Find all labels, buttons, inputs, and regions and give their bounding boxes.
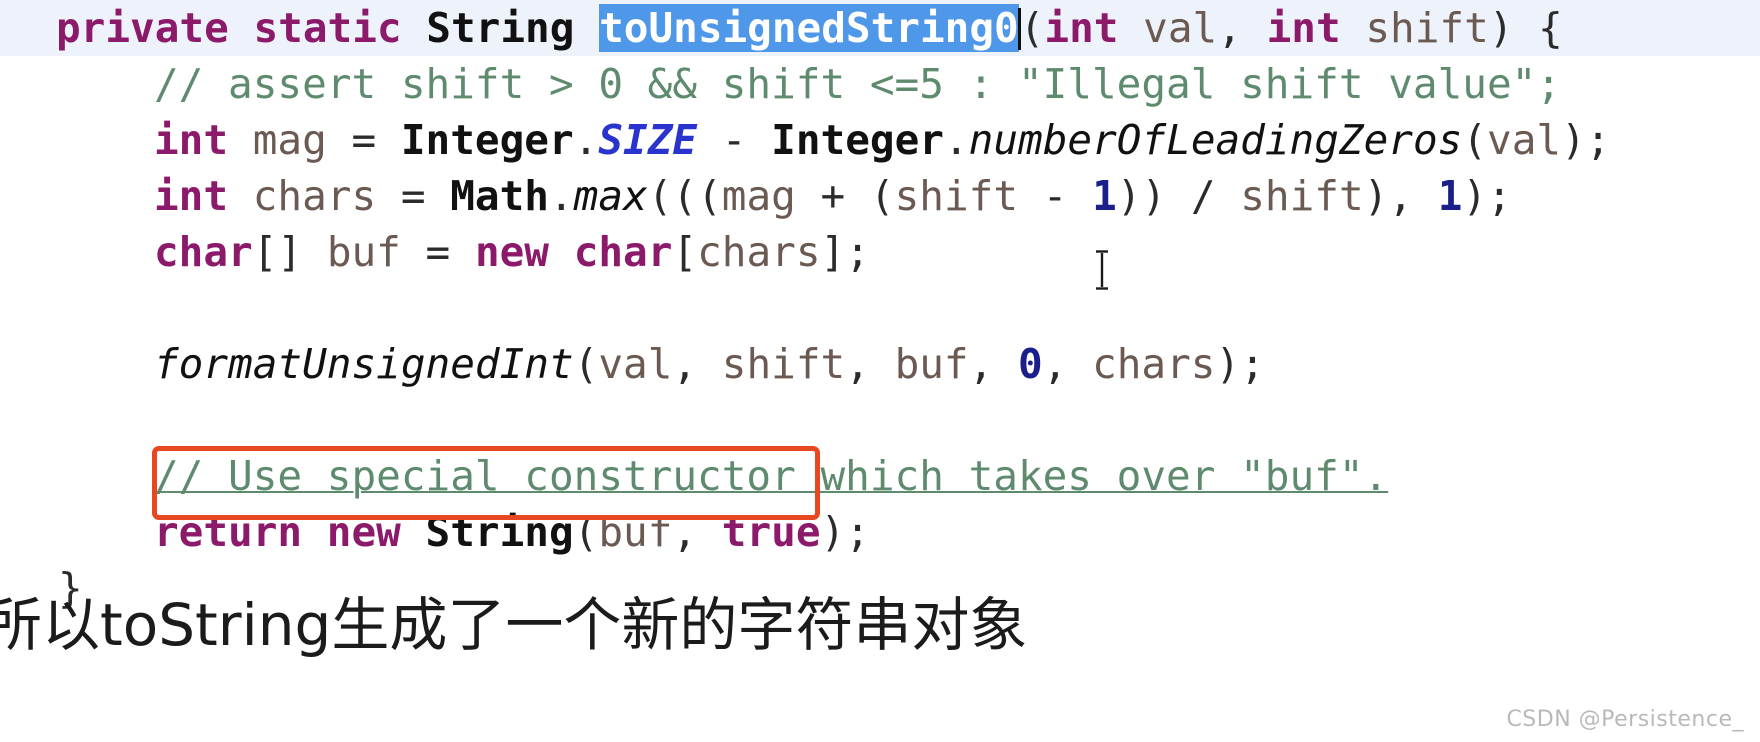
line-int-chars[interactable]: int chars = Math.max(((mag + (shift - 1)… bbox=[0, 168, 1760, 224]
code-token: - bbox=[697, 116, 772, 164]
code-token: [] bbox=[252, 228, 327, 276]
code-token: buf bbox=[326, 228, 401, 276]
code-token: buf bbox=[894, 340, 969, 388]
code-token: = bbox=[376, 172, 451, 220]
code-token: chars bbox=[252, 172, 377, 220]
code-token: true bbox=[721, 508, 821, 556]
code-editor[interactable]: private static String toUnsignedString0(… bbox=[0, 0, 1760, 612]
code-token: ((( bbox=[647, 172, 722, 220]
code-token: SIZE bbox=[598, 116, 698, 164]
code-token: . bbox=[943, 116, 969, 164]
code-token: 1 bbox=[1092, 172, 1117, 220]
code-token: ]; bbox=[820, 228, 870, 276]
code-token: Integer bbox=[771, 116, 944, 164]
code-token: 0 bbox=[1018, 340, 1043, 388]
code-token: ); bbox=[1215, 340, 1265, 388]
code-token: )) / bbox=[1116, 172, 1241, 220]
code-token: // Use special constructor which takes o… bbox=[154, 452, 1389, 500]
line-int-mag[interactable]: int mag = Integer.SIZE - Integer.numberO… bbox=[0, 112, 1760, 168]
code-token: static bbox=[253, 4, 402, 52]
code-token: char bbox=[573, 228, 673, 276]
code-token: val bbox=[598, 340, 673, 388]
code-token: ( bbox=[1462, 116, 1488, 164]
csdn-watermark: CSDN @Persistence_ bbox=[1506, 707, 1744, 732]
code-token: char bbox=[154, 228, 253, 276]
code-token: shift bbox=[894, 172, 1019, 220]
code-token: val bbox=[1487, 116, 1562, 164]
selected-identifier: toUnsignedString0 bbox=[599, 4, 1019, 52]
code-token: ); bbox=[1561, 116, 1611, 164]
code-token: ) { bbox=[1488, 4, 1563, 52]
code-token: Integer bbox=[400, 116, 574, 164]
code-token: - bbox=[1018, 172, 1093, 220]
code-token: private bbox=[56, 4, 229, 52]
line-blank-1[interactable] bbox=[0, 280, 1760, 336]
line-assert-comment[interactable]: // assert shift > 0 && shift <=5 : "Ille… bbox=[0, 56, 1760, 112]
code-token: [ bbox=[672, 228, 698, 276]
code-token: + ( bbox=[795, 172, 895, 220]
code-token: = bbox=[326, 116, 401, 164]
line-return[interactable]: return new String(buf, true); bbox=[0, 504, 1760, 560]
code-token: ( bbox=[573, 340, 599, 388]
code-token: = bbox=[400, 228, 475, 276]
code-token: chars bbox=[1092, 340, 1216, 388]
code-token: , bbox=[672, 508, 722, 556]
code-token: , bbox=[968, 340, 1018, 388]
line-format-call[interactable]: formatUnsignedInt(val, shift, buf, 0, ch… bbox=[0, 336, 1760, 392]
code-token: ( bbox=[573, 508, 599, 556]
code-token: val bbox=[1143, 4, 1218, 52]
code-token: shift bbox=[1240, 172, 1364, 220]
code-token: max bbox=[573, 172, 648, 220]
code-token: mag bbox=[252, 116, 327, 164]
code-token: shift bbox=[1365, 4, 1489, 52]
line-char-buf[interactable]: char[] buf = new char[chars]; bbox=[0, 224, 1760, 280]
code-token: String bbox=[425, 508, 574, 556]
code-token: int bbox=[154, 172, 229, 220]
line-blank-2[interactable] bbox=[0, 392, 1760, 448]
code-token: int bbox=[154, 116, 229, 164]
code-token: 1 bbox=[1437, 172, 1463, 220]
code-token: formatUnsignedInt bbox=[154, 340, 574, 388]
code-token: String bbox=[426, 4, 575, 52]
code-token: ), bbox=[1363, 172, 1438, 220]
code-token: . bbox=[548, 172, 574, 220]
code-token: ); bbox=[820, 508, 870, 556]
code-token: , bbox=[845, 340, 895, 388]
code-token: new bbox=[326, 508, 401, 556]
code-token: new bbox=[474, 228, 549, 276]
code-token: buf bbox=[598, 508, 673, 556]
caption-text: 所以toString生成了一个新的字符串对象 bbox=[0, 591, 1028, 659]
code-token: shift bbox=[721, 340, 846, 388]
code-token: chars bbox=[697, 228, 821, 276]
code-token: , bbox=[1217, 4, 1267, 52]
code-token: int bbox=[1044, 4, 1119, 52]
code-token: ); bbox=[1462, 172, 1512, 220]
code-token: . bbox=[573, 116, 599, 164]
code-token: ( bbox=[1019, 4, 1045, 52]
code-token: mag bbox=[721, 172, 796, 220]
code-token: , bbox=[1042, 340, 1093, 388]
code-token: int bbox=[1266, 4, 1341, 52]
code-token: Math bbox=[450, 172, 549, 220]
line-signature[interactable]: private static String toUnsignedString0(… bbox=[0, 0, 1760, 56]
code-token: , bbox=[672, 340, 722, 388]
line-use-comment[interactable]: // Use special constructor which takes o… bbox=[0, 448, 1760, 504]
code-token: return bbox=[154, 508, 303, 556]
code-token: numberOfLeadingZeros bbox=[968, 116, 1463, 164]
code-token: // assert shift > 0 && shift <=5 : "Ille… bbox=[154, 60, 1561, 108]
